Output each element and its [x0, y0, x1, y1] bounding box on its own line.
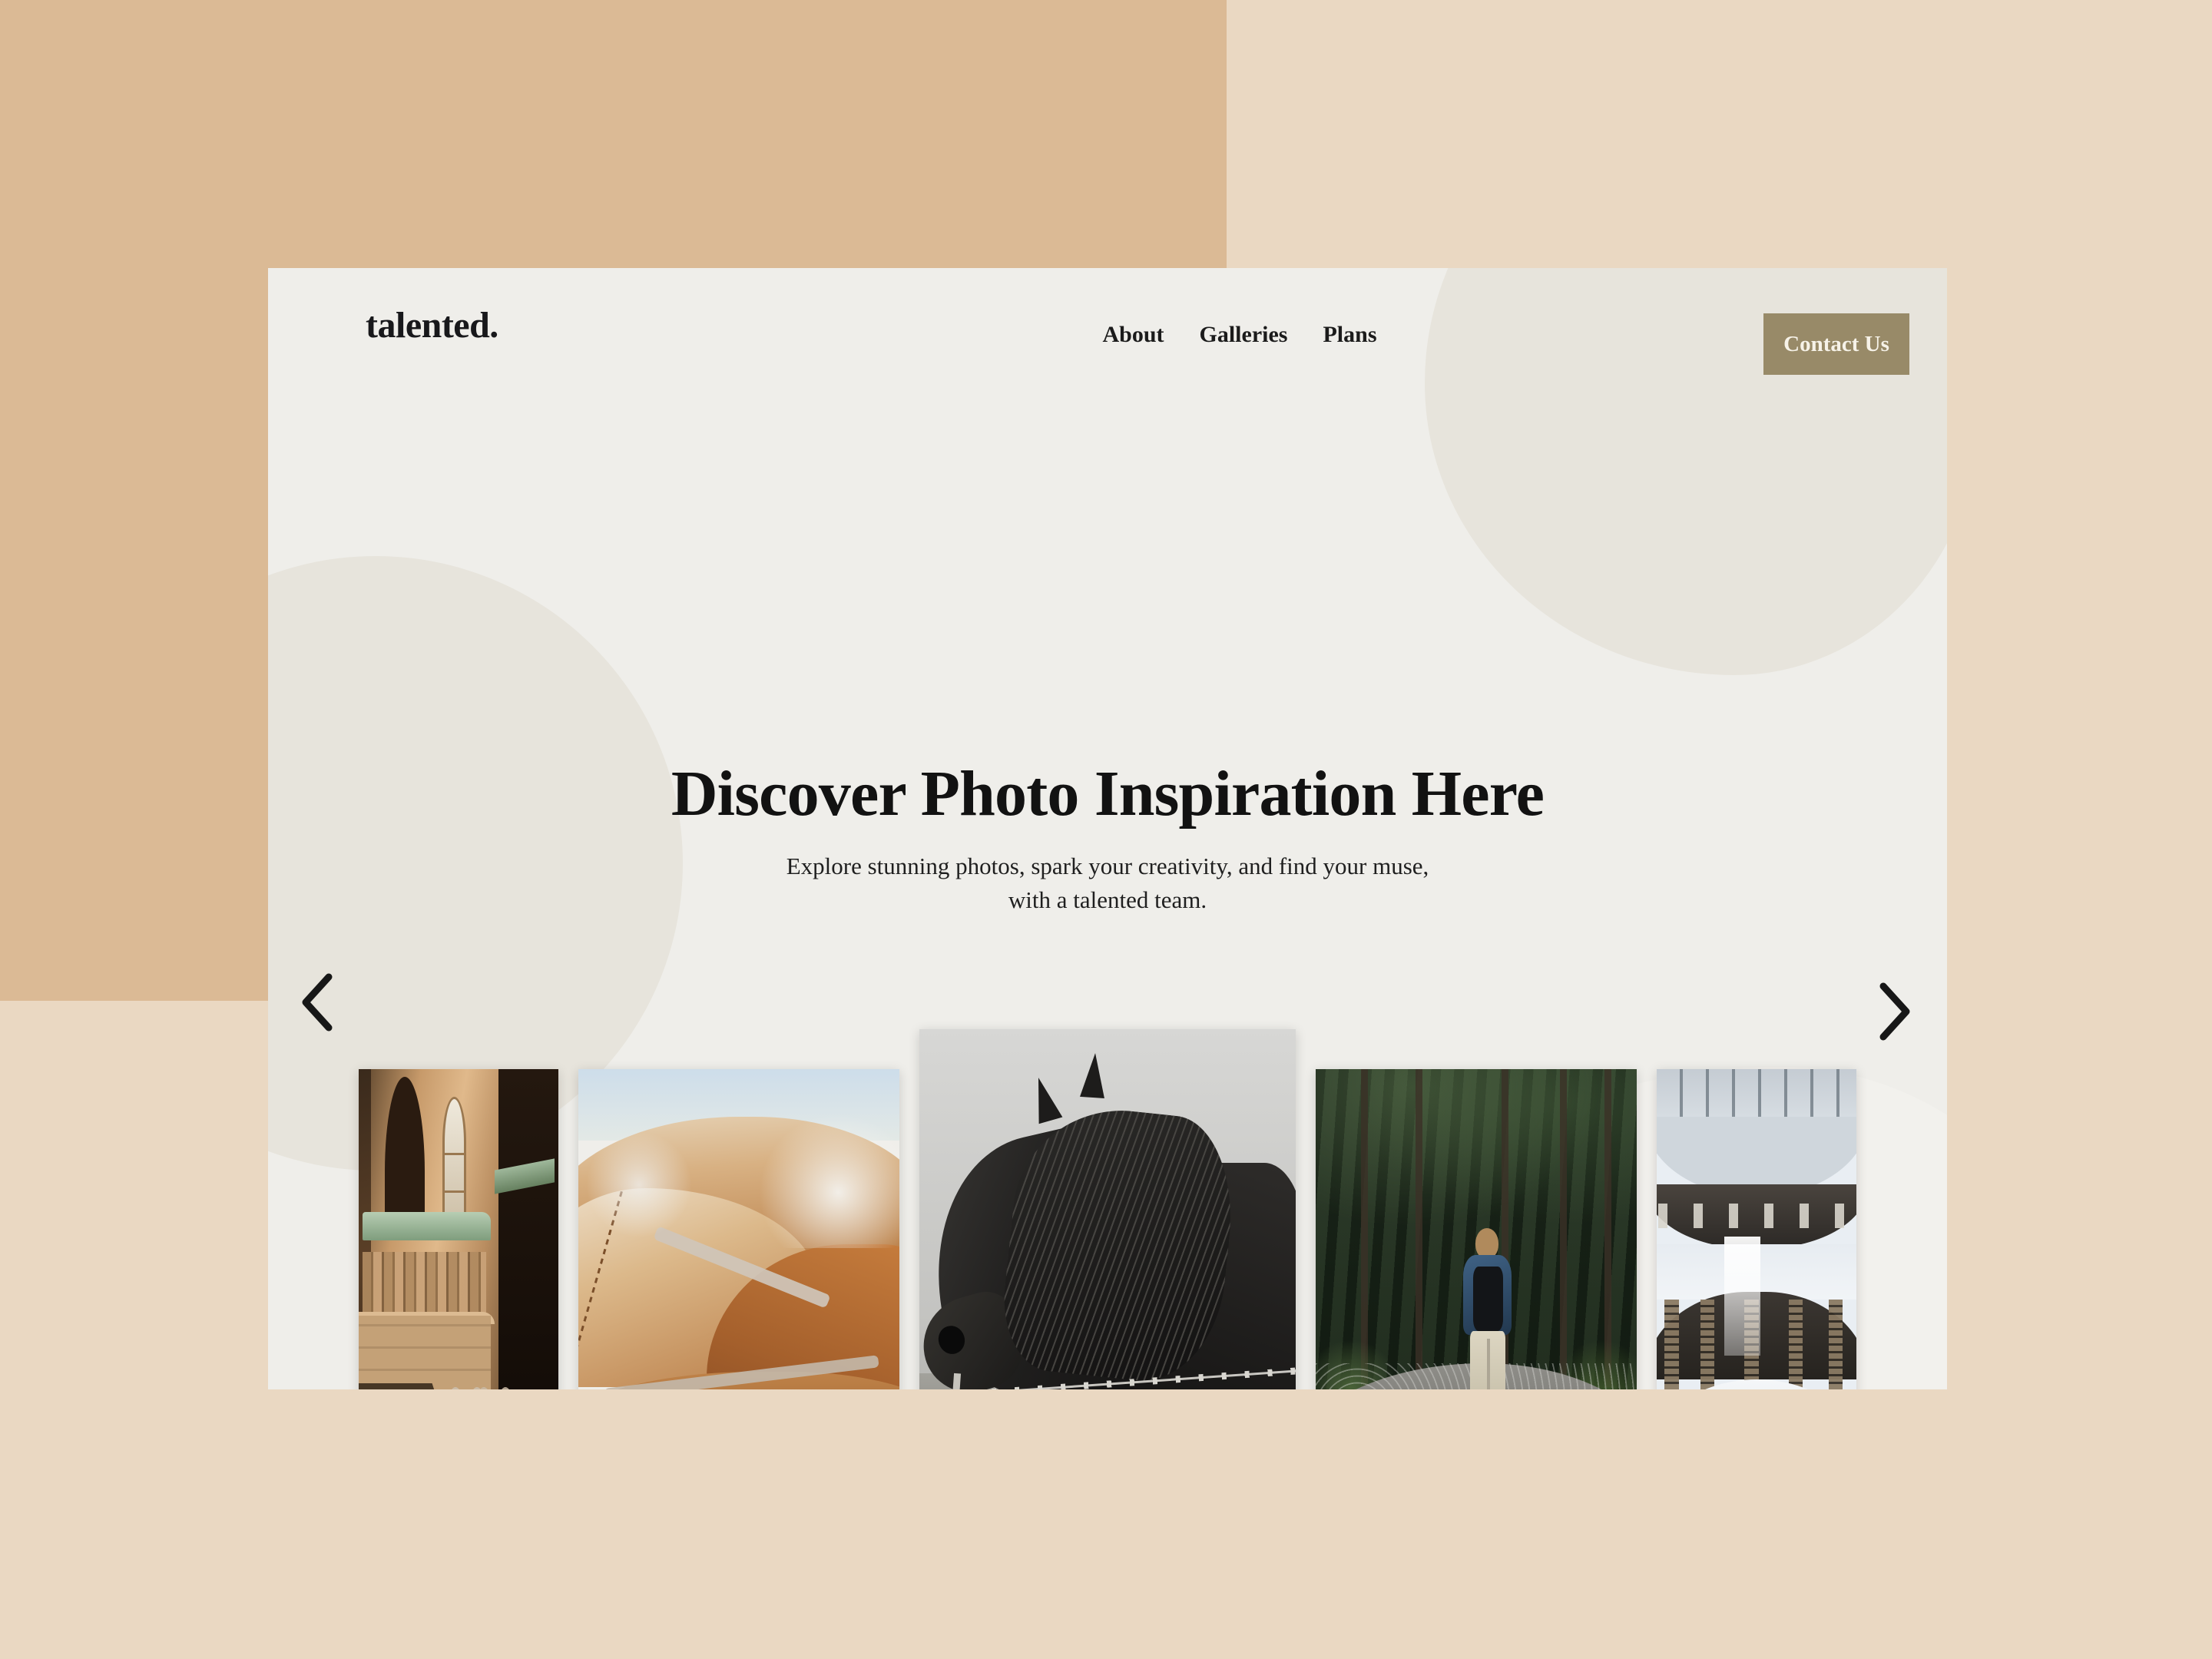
photo-geothermal-hills — [578, 1069, 899, 1389]
carousel-slide-geothermal[interactable] — [578, 1069, 899, 1389]
carousel-slide-forest[interactable] — [1316, 1069, 1637, 1389]
brand-logo[interactable]: talented. — [366, 307, 498, 344]
carousel-next-button[interactable] — [1859, 969, 1928, 1054]
background-accent-left — [0, 268, 268, 1001]
nav-item-galleries[interactable]: Galleries — [1200, 323, 1288, 346]
hero-subtitle-line-2: with a talented team. — [1008, 886, 1207, 913]
contact-us-button[interactable]: Contact Us — [1763, 313, 1909, 375]
main-nav: About Galleries Plans — [1102, 323, 1376, 346]
photo-library-atrium — [1657, 1069, 1856, 1389]
chevron-left-icon — [302, 973, 333, 1031]
carousel-slide-church[interactable] — [359, 1069, 558, 1389]
hero-subtitle-line-1: Explore stunning photos, spark your crea… — [786, 852, 1429, 879]
photo-carousel — [268, 1022, 1947, 1389]
nav-item-plans[interactable]: Plans — [1323, 323, 1376, 346]
photo-forest-hiker — [1316, 1069, 1637, 1389]
hero-subtitle: Explore stunning photos, spark your crea… — [268, 849, 1947, 917]
chevron-right-icon — [1879, 982, 1910, 1041]
carousel-slide-library[interactable] — [1657, 1069, 1856, 1389]
site-header: talented. About Galleries Plans Contact … — [268, 268, 1947, 437]
carousel-prev-button[interactable] — [284, 960, 353, 1045]
background-accent-top — [0, 0, 1227, 268]
carousel-slide-horse[interactable] — [919, 1029, 1296, 1389]
page-title: Discover Photo Inspiration Here — [671, 758, 1545, 830]
photo-horse-bw — [919, 1029, 1296, 1389]
photo-church — [359, 1069, 558, 1389]
nav-item-about[interactable]: About — [1102, 323, 1164, 346]
hero-section: Discover Photo Inspiration Here Explore … — [268, 758, 1947, 917]
hero-card: talented. About Galleries Plans Contact … — [268, 268, 1947, 1389]
